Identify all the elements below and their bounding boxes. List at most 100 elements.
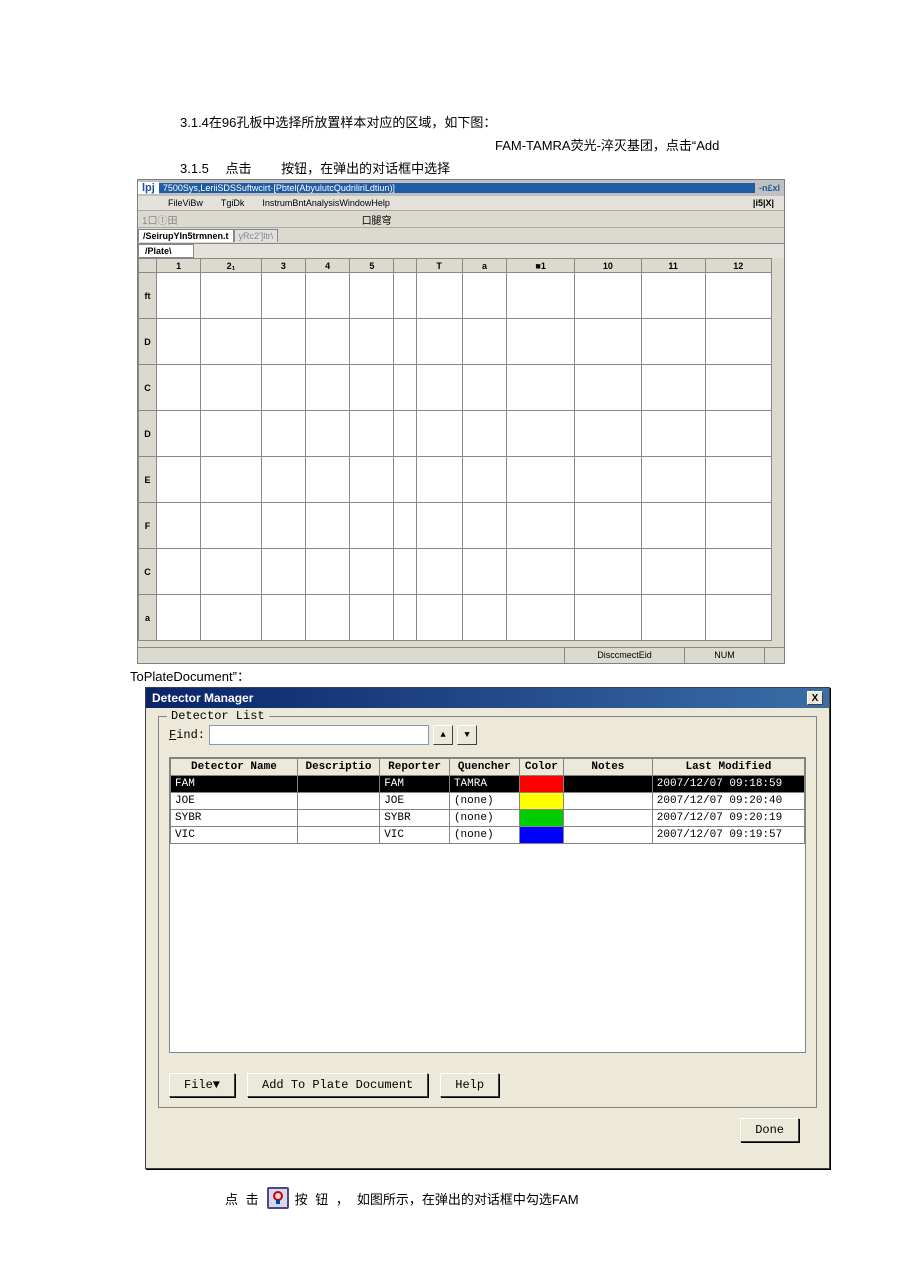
plate-well[interactable]: [416, 549, 462, 595]
plate-well[interactable]: [201, 273, 262, 319]
plate-well[interactable]: [705, 411, 771, 457]
detector-row[interactable]: VICVIC(none)2007/12/07 09:19:57: [171, 827, 805, 844]
plate-well[interactable]: [201, 365, 262, 411]
plate-well[interactable]: [641, 319, 705, 365]
plate-well[interactable]: [394, 457, 416, 503]
plate-well[interactable]: [575, 503, 641, 549]
plate-well[interactable]: [394, 365, 416, 411]
plate-well[interactable]: [705, 365, 771, 411]
detector-row[interactable]: SYBRSYBR(none)2007/12/07 09:20:19: [171, 810, 805, 827]
plate-well[interactable]: [306, 273, 350, 319]
plate-well[interactable]: [507, 549, 575, 595]
window-controls[interactable]: -n£xl: [755, 183, 784, 193]
plate-well[interactable]: [157, 595, 201, 641]
plate-well[interactable]: [261, 549, 305, 595]
plate-well[interactable]: [705, 457, 771, 503]
detector-col-header[interactable]: Last Modified: [652, 759, 804, 776]
plate-well[interactable]: [462, 503, 506, 549]
plate-well[interactable]: [705, 595, 771, 641]
subwindow-controls[interactable]: |i5|X|: [753, 198, 774, 208]
plate-well[interactable]: [641, 549, 705, 595]
plate-well[interactable]: [261, 365, 305, 411]
plate-well[interactable]: [394, 273, 416, 319]
plate-well[interactable]: [507, 503, 575, 549]
plate-well[interactable]: [575, 273, 641, 319]
plate-well[interactable]: [261, 273, 305, 319]
plate-well[interactable]: [306, 365, 350, 411]
plate-well[interactable]: [462, 411, 506, 457]
plate-well[interactable]: [507, 411, 575, 457]
plate-well[interactable]: [350, 457, 394, 503]
find-down-button[interactable]: ▼: [457, 725, 477, 745]
plate-well[interactable]: [641, 595, 705, 641]
plate-well[interactable]: [462, 595, 506, 641]
detector-col-header[interactable]: Color: [519, 759, 563, 776]
plate-well[interactable]: [157, 457, 201, 503]
plate-well[interactable]: [705, 273, 771, 319]
plate-well[interactable]: [350, 595, 394, 641]
menu-instrum[interactable]: InstrumBntAnalysisWindowHelp: [262, 198, 390, 208]
plate-well[interactable]: [641, 273, 705, 319]
plate-well[interactable]: [394, 595, 416, 641]
plate-well[interactable]: [641, 411, 705, 457]
plate-well[interactable]: [261, 411, 305, 457]
plate-well[interactable]: [394, 549, 416, 595]
plate-well[interactable]: [157, 365, 201, 411]
plate-well[interactable]: [507, 273, 575, 319]
plate-well[interactable]: [394, 411, 416, 457]
tab-other[interactable]: yRc2']ltr\: [234, 229, 279, 242]
plate-well[interactable]: [575, 549, 641, 595]
add-to-plate-button[interactable]: Add To Plate Document: [247, 1073, 428, 1097]
plate-well[interactable]: [575, 411, 641, 457]
plate-well[interactable]: [157, 503, 201, 549]
plate-well[interactable]: [157, 411, 201, 457]
plate-well[interactable]: [306, 411, 350, 457]
plate-well[interactable]: [416, 365, 462, 411]
plate-well[interactable]: [306, 503, 350, 549]
find-up-button[interactable]: ▲: [433, 725, 453, 745]
plate-well[interactable]: [201, 319, 262, 365]
plate-well[interactable]: [507, 595, 575, 641]
plate-well[interactable]: [705, 319, 771, 365]
plate-well[interactable]: [641, 365, 705, 411]
plate-well[interactable]: [416, 273, 462, 319]
plate-well[interactable]: [306, 549, 350, 595]
plate-well[interactable]: [507, 319, 575, 365]
plate-well[interactable]: [261, 503, 305, 549]
detector-row[interactable]: FAMFAMTAMRA2007/12/07 09:18:59: [171, 776, 805, 793]
plate-well[interactable]: [350, 503, 394, 549]
plate-well[interactable]: [157, 319, 201, 365]
close-icon[interactable]: X: [807, 691, 823, 705]
plate-well[interactable]: [394, 319, 416, 365]
plate-well[interactable]: [261, 319, 305, 365]
plate-well[interactable]: [416, 457, 462, 503]
plate-well[interactable]: [575, 457, 641, 503]
help-button[interactable]: Help: [440, 1073, 499, 1097]
plate-well[interactable]: [261, 457, 305, 503]
plate-tab[interactable]: /Plate\: [138, 244, 194, 258]
detector-col-header[interactable]: Quencher: [449, 759, 519, 776]
plate-well[interactable]: [350, 319, 394, 365]
plate-well[interactable]: [306, 595, 350, 641]
detector-col-header[interactable]: Reporter: [380, 759, 450, 776]
toolbar-left[interactable]: 1口①田: [138, 212, 182, 227]
menubar[interactable]: FileViBw TgiDk InstrumBntAnalysisWindowH…: [138, 196, 784, 210]
plate-well[interactable]: [157, 549, 201, 595]
plate-well[interactable]: [350, 549, 394, 595]
plate-well[interactable]: [507, 457, 575, 503]
plate-well[interactable]: [416, 411, 462, 457]
plate-well[interactable]: [306, 457, 350, 503]
plate-well[interactable]: [157, 273, 201, 319]
plate-well[interactable]: [350, 411, 394, 457]
plate-well[interactable]: [641, 503, 705, 549]
plate-grid[interactable]: 12₁345Ta■1101112 ftDCDEFCa: [138, 258, 772, 641]
plate-well[interactable]: [416, 595, 462, 641]
plate-well[interactable]: [201, 503, 262, 549]
tab-setup[interactable]: /SeirupYIn5trmnen.t: [138, 229, 234, 242]
plate-well[interactable]: [394, 503, 416, 549]
plate-well[interactable]: [201, 411, 262, 457]
detector-col-header[interactable]: Notes: [564, 759, 653, 776]
plate-well[interactable]: [575, 365, 641, 411]
plate-well[interactable]: [641, 457, 705, 503]
plate-well[interactable]: [705, 549, 771, 595]
